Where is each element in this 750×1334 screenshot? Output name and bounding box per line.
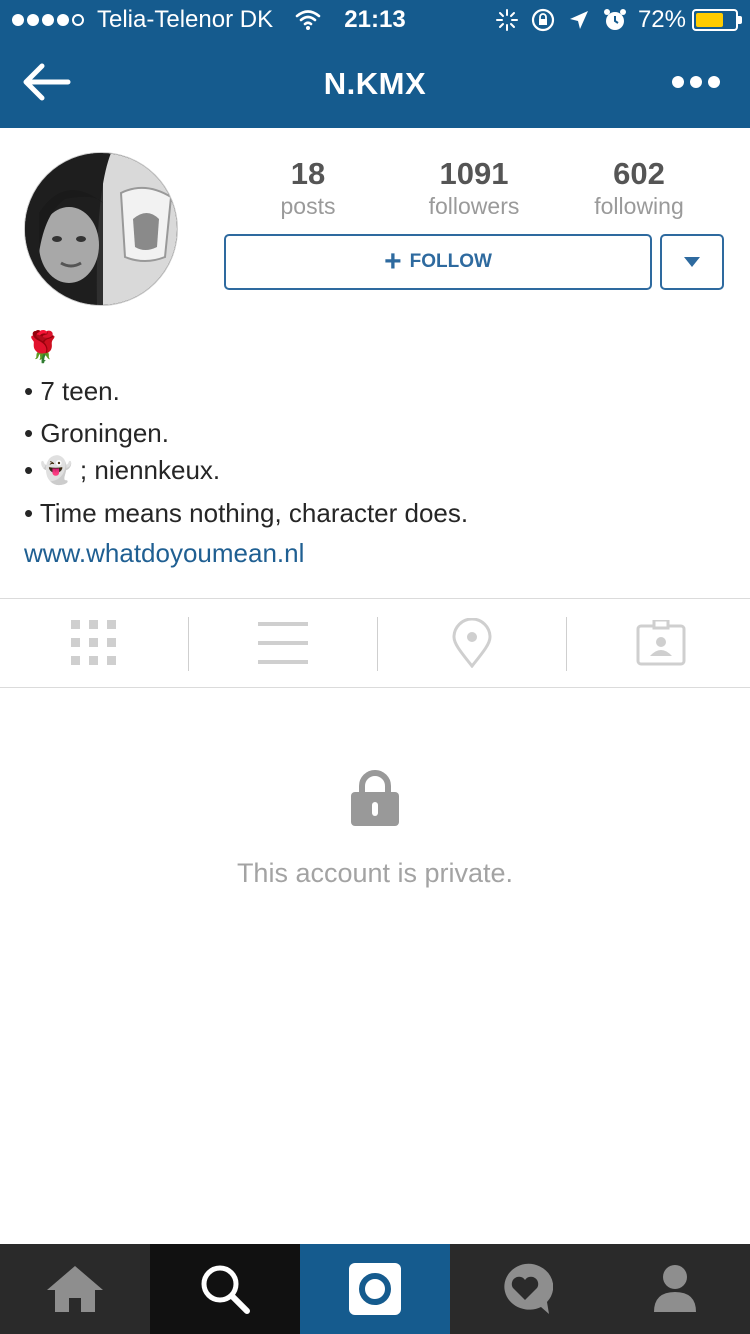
- list-icon: [258, 622, 308, 664]
- navigation-bar: N.KMX: [0, 40, 750, 128]
- tab-search[interactable]: [150, 1244, 300, 1334]
- page-title: N.KMX: [323, 66, 427, 101]
- battery-fill: [696, 13, 723, 27]
- list-view-tab[interactable]: [189, 599, 377, 687]
- caret-down-icon: [684, 257, 700, 267]
- rotation-lock-icon: [531, 8, 555, 32]
- follow-label: FOLLOW: [409, 251, 492, 272]
- stat-following[interactable]: 602 following: [559, 156, 719, 220]
- private-account-notice: This account is private.: [0, 770, 750, 889]
- bio-line: • Groningen.: [24, 418, 169, 448]
- grid-view-tab[interactable]: [0, 599, 188, 687]
- suggestions-dropdown-button[interactable]: [660, 234, 724, 290]
- battery-nub: [738, 16, 742, 24]
- avatar[interactable]: [24, 152, 178, 306]
- website-link[interactable]: www.whatdoyoumean.nl: [24, 538, 304, 569]
- header-bar: Telia-Telenor DK 21:13 72% N.KMX: [0, 0, 750, 128]
- posts-label: posts: [280, 193, 336, 219]
- followers-count: 1091: [439, 156, 509, 191]
- tagged-photos-icon: [636, 620, 686, 666]
- home-icon: [47, 1266, 103, 1312]
- alarm-icon: [603, 9, 626, 30]
- more-dot: [690, 76, 702, 88]
- bio-emoji-line: 🌹: [24, 331, 62, 364]
- bio-line: • 7 teen.: [24, 376, 120, 406]
- avatar-photo: [25, 153, 177, 305]
- private-message: This account is private.: [236, 858, 514, 888]
- tab-profile[interactable]: [600, 1244, 750, 1334]
- status-right: 72%: [484, 6, 742, 34]
- stat-followers[interactable]: 1091 followers: [394, 156, 554, 220]
- search-icon: [201, 1265, 250, 1314]
- more-dot: [672, 76, 684, 88]
- following-label: following: [594, 193, 684, 219]
- stat-posts[interactable]: 18 posts: [228, 156, 388, 220]
- battery-percentage: 72%: [637, 6, 686, 33]
- profile-icon: [654, 1265, 696, 1312]
- camera-icon: [349, 1263, 401, 1315]
- location-pin-icon: [452, 618, 492, 668]
- activity-icon: [495, 9, 518, 31]
- tab-camera[interactable]: [300, 1244, 450, 1334]
- location-view-tab[interactable]: [378, 599, 566, 687]
- grid-icon: [71, 620, 116, 665]
- profile-view-tabs: [0, 598, 750, 688]
- tab-activity[interactable]: [450, 1244, 600, 1334]
- bio-line: • Time means nothing, character does.: [24, 498, 469, 528]
- more-dot: [708, 76, 720, 88]
- status-bar: Telia-Telenor DK 21:13 72%: [0, 0, 750, 40]
- tab-home[interactable]: [0, 1244, 150, 1334]
- bottom-tab-bar: [0, 1244, 750, 1334]
- bio-line: • 👻 ; niennkeux.: [24, 455, 221, 485]
- plus-icon: +: [384, 245, 402, 278]
- more-dots-icon[interactable]: [672, 74, 720, 90]
- posts-count: 18: [290, 156, 326, 191]
- followers-label: followers: [428, 193, 520, 219]
- follow-button[interactable]: + FOLLOW: [224, 234, 652, 290]
- profile-stats: 18 posts 1091 followers 602 following: [224, 156, 724, 226]
- location-arrow-icon: [569, 11, 588, 29]
- tagged-view-tab[interactable]: [567, 599, 750, 687]
- following-count: 602: [613, 156, 665, 191]
- battery-icon: [692, 9, 742, 31]
- lock-icon: [351, 770, 399, 826]
- activity-heart-icon: [504, 1263, 553, 1314]
